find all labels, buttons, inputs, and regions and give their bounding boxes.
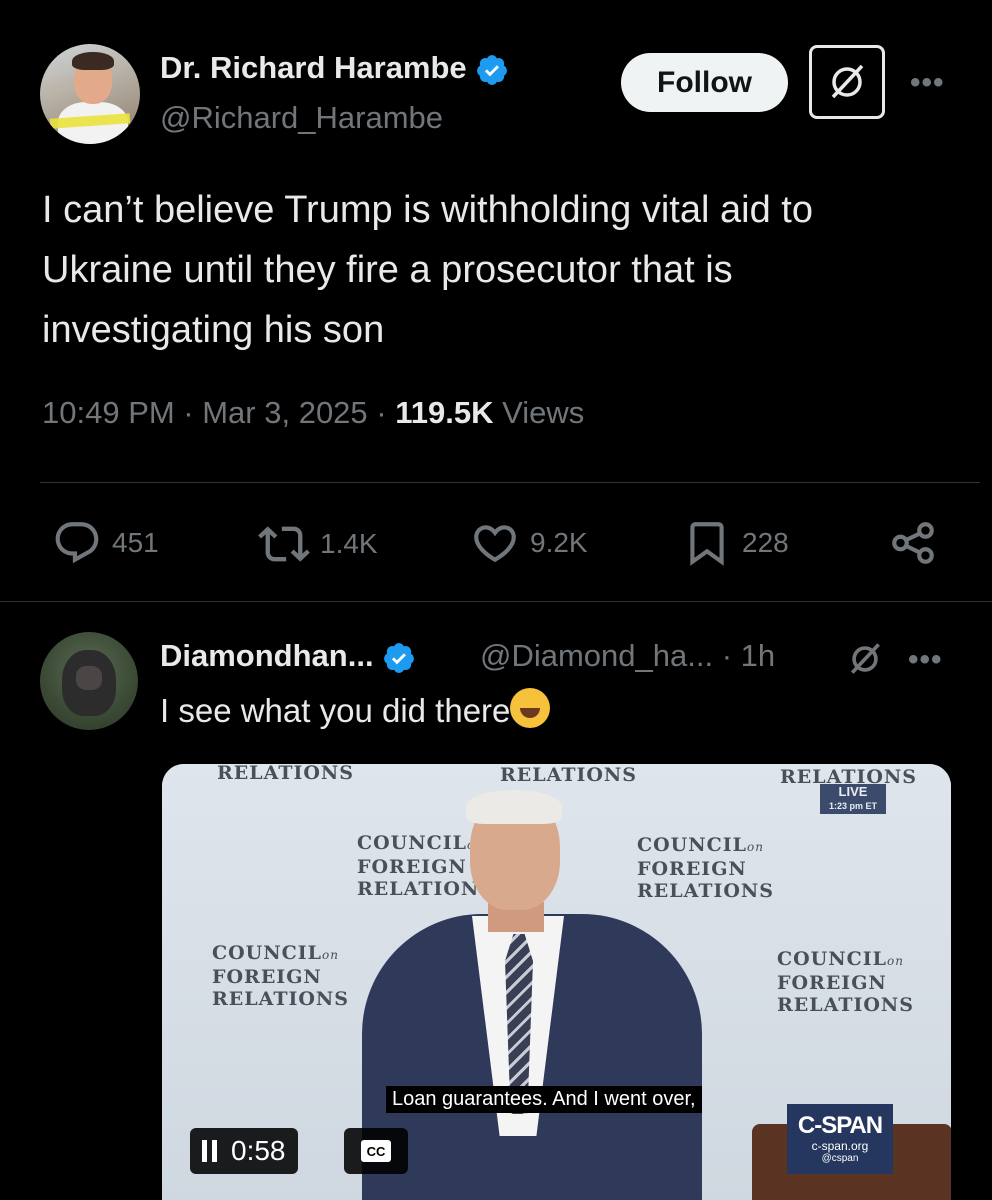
verified-badge-icon [477, 54, 508, 85]
divider [40, 482, 980, 483]
pause-icon[interactable] [202, 1140, 217, 1162]
like-button[interactable]: 9.2K [470, 518, 588, 568]
video-time: 0:58 [231, 1135, 286, 1166]
bookmark-icon [690, 522, 724, 566]
author-name-text[interactable]: Dr. Richard Harambe [160, 50, 467, 85]
backdrop-text: RELATIONS [217, 764, 354, 784]
follow-button[interactable]: Follow [621, 53, 788, 112]
reply-author-name[interactable]: Diamondhan... [160, 638, 416, 675]
reply-author-name-text[interactable]: Diamondhan... [160, 638, 374, 673]
video-caption: Loan guarantees. And I went over, [386, 1086, 702, 1113]
verified-badge-icon [384, 642, 415, 673]
repost-button[interactable]: 1.4K [258, 518, 378, 570]
grok-button[interactable] [809, 45, 885, 119]
more-icon[interactable]: ••• [910, 66, 945, 100]
video-speaker [362, 790, 702, 1200]
share-icon [892, 522, 934, 564]
reply-count: 451 [112, 527, 159, 558]
views-count[interactable]: 119.5K [395, 395, 493, 430]
views-label: Views [493, 395, 585, 430]
tweet-meta: 10:49 PM · Mar 3, 2025 · 119.5K Views [42, 395, 584, 431]
cfr-logo: COUNCILonFOREIGNRELATIONS [777, 948, 914, 1016]
captions-button[interactable]: CC [344, 1128, 408, 1174]
video-controls: 0:58 [190, 1128, 298, 1174]
grok-icon[interactable] [845, 639, 885, 679]
author-avatar[interactable] [40, 44, 140, 144]
bookmark-button[interactable]: 228 [682, 518, 789, 568]
cc-icon: CC [361, 1140, 391, 1162]
author-name[interactable]: Dr. Richard Harambe [160, 50, 509, 87]
cfr-logo: COUNCILonFOREIGNRELATIONS [212, 942, 349, 1010]
more-icon[interactable]: ••• [908, 643, 943, 677]
laughing-emoji-icon [510, 688, 551, 728]
reply-text-content: I see what you did there [160, 692, 511, 729]
tweet-text: I can’t believe Trump is withholding vit… [42, 189, 813, 351]
reply-handle-text[interactable]: @Diamond_ha... [480, 638, 713, 673]
bookmark-count: 228 [742, 527, 789, 558]
tweet-timestamp[interactable]: 10:49 PM · Mar 3, 2025 · [42, 395, 395, 430]
repost-icon [258, 526, 310, 562]
grok-icon [831, 64, 864, 99]
like-count: 9.2K [530, 527, 588, 558]
share-button[interactable] [888, 518, 938, 568]
heart-icon [474, 525, 516, 563]
reply-icon [55, 522, 99, 564]
author-handle[interactable]: @Richard_Harambe [160, 100, 443, 136]
divider [0, 601, 992, 602]
live-badge: LIVE 1:23 pm ET [820, 784, 886, 814]
reply-button[interactable]: 451 [52, 518, 159, 568]
reply-text: I see what you did there [160, 688, 551, 730]
cspan-logo: C-SPAN c-span.org @cspan [787, 1104, 893, 1174]
reply-author-avatar[interactable] [40, 632, 138, 730]
backdrop-text: RELATIONS [500, 764, 637, 786]
reply-author-handle[interactable]: @Diamond_ha... · 1h [480, 638, 775, 674]
reply-timestamp[interactable]: · 1h [713, 638, 775, 673]
repost-count: 1.4K [320, 528, 378, 559]
